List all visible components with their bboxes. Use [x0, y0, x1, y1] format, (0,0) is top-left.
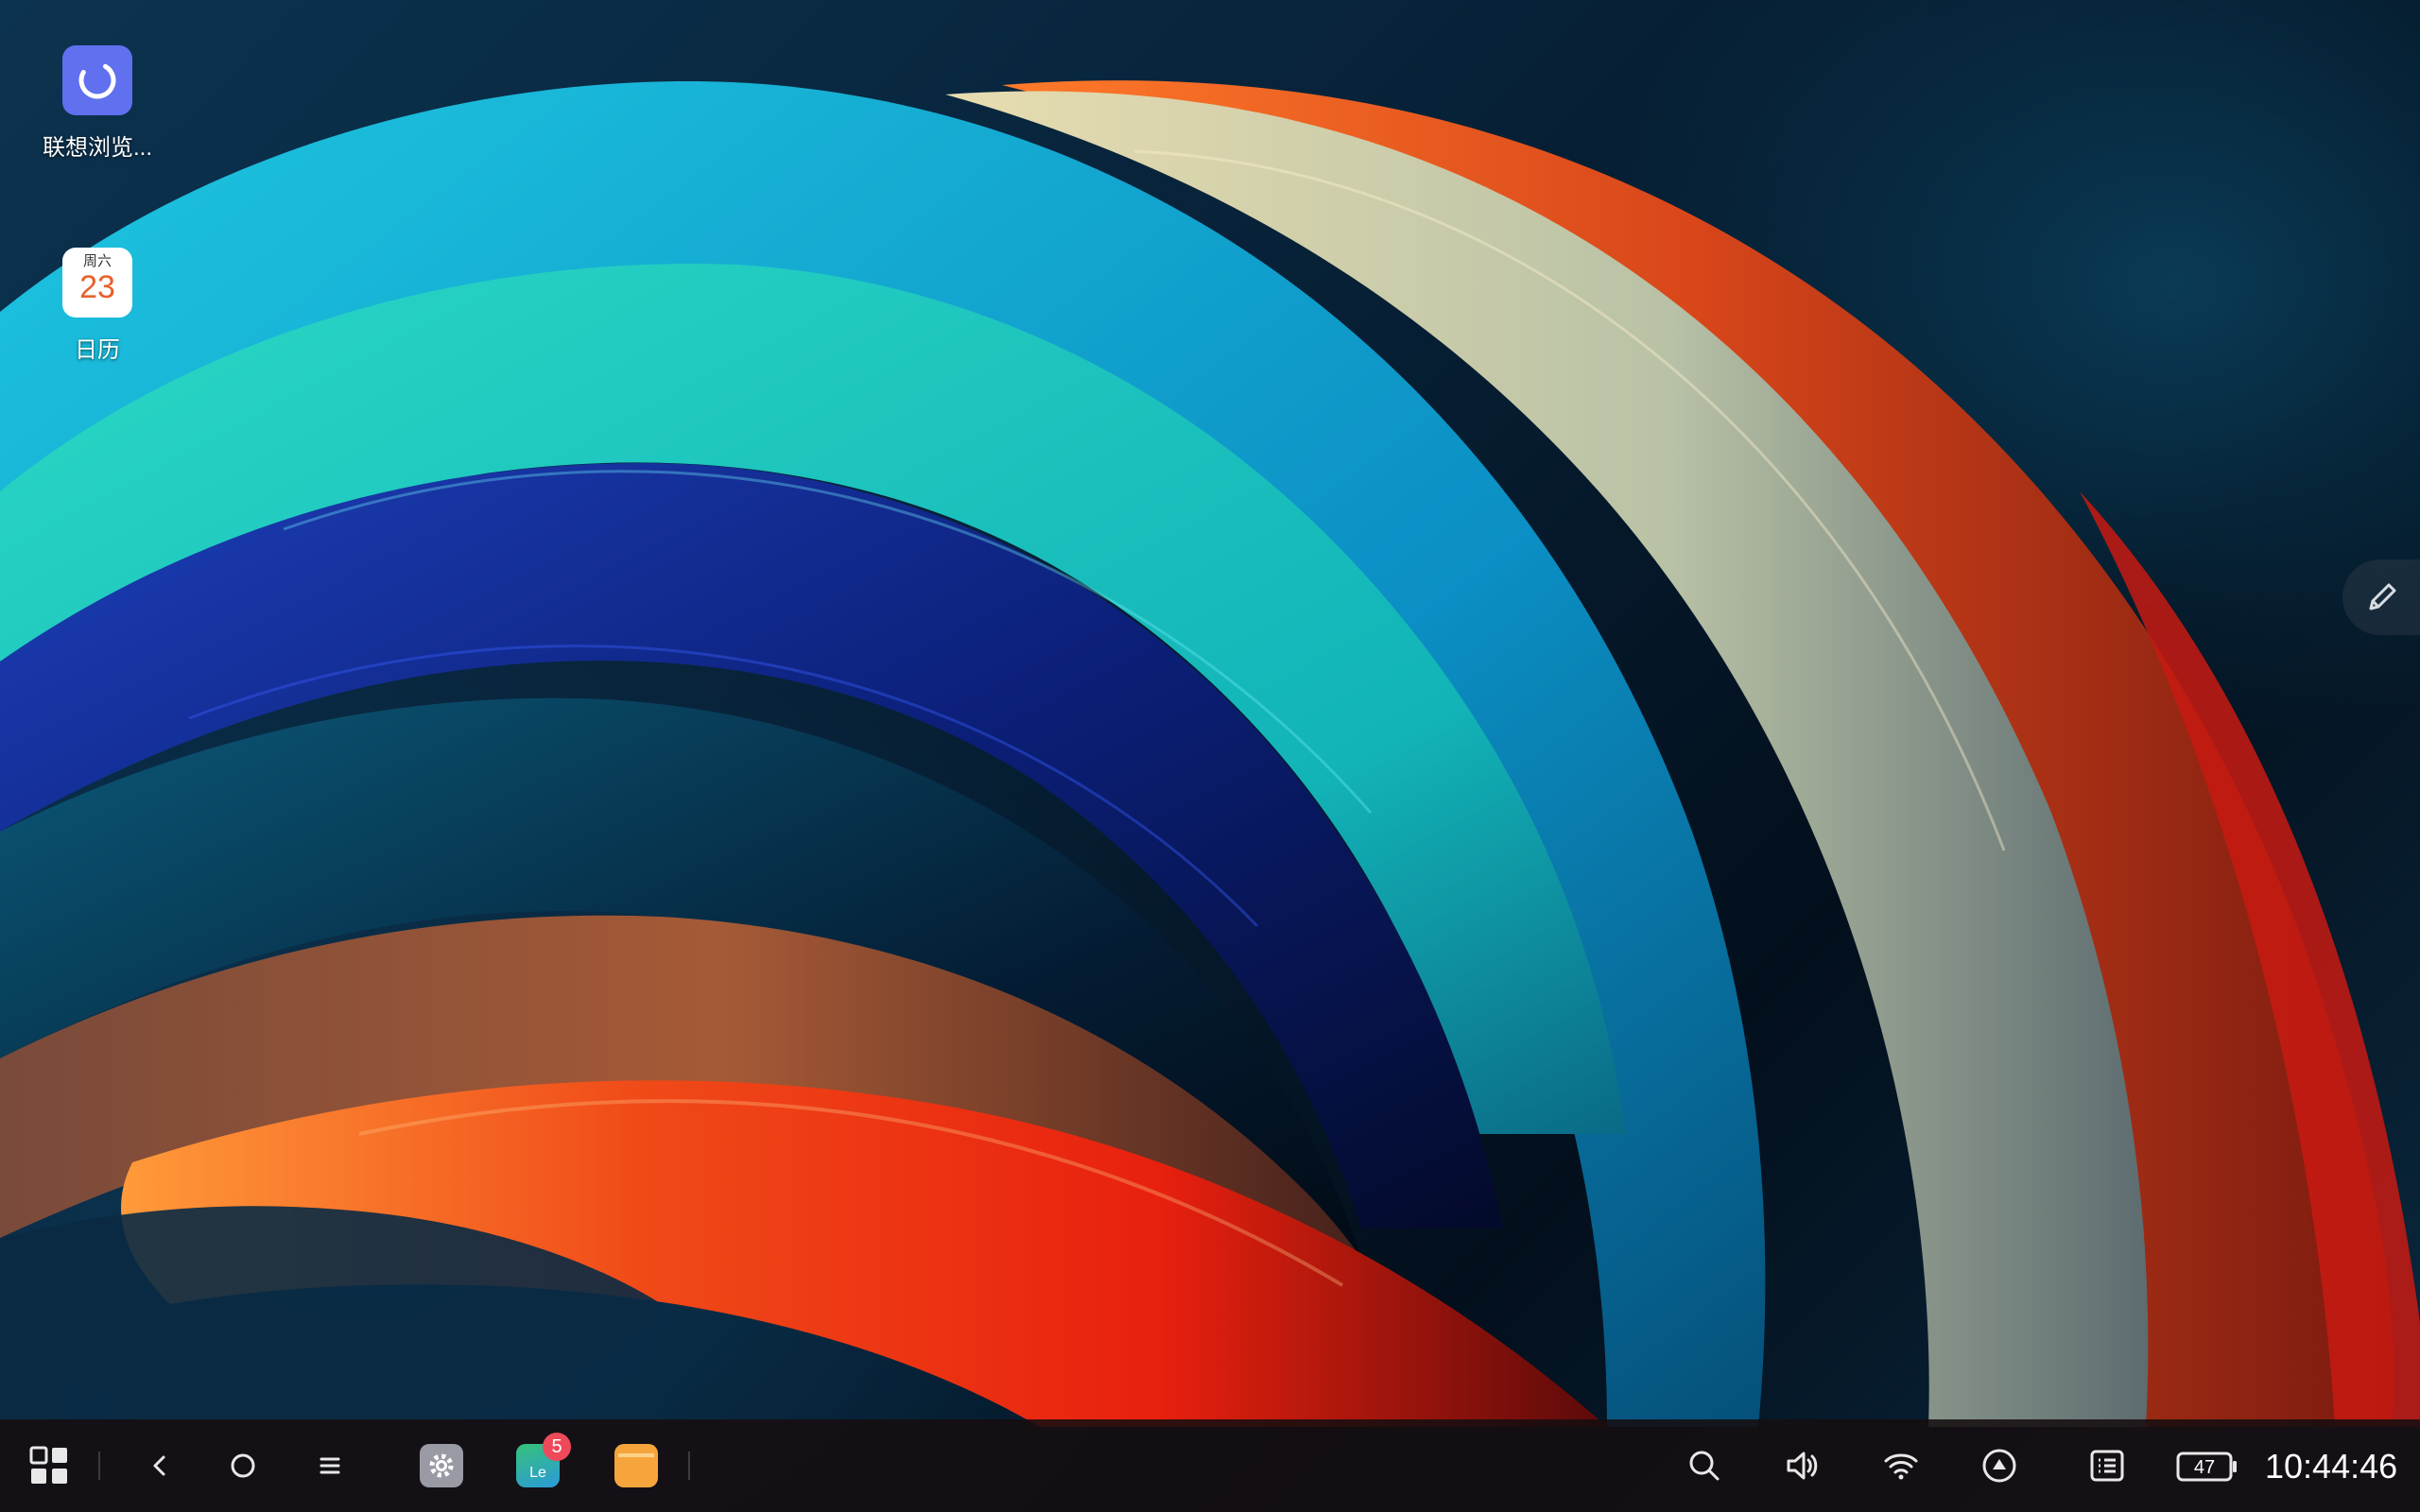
upload-icon — [1982, 1449, 2016, 1483]
search-icon — [1689, 1451, 1720, 1481]
battery-icon: 47 — [2176, 1452, 2237, 1482]
calendar-app-icon[interactable]: 周六 23 — [62, 248, 132, 318]
calendar-weekday: 周六 — [82, 253, 112, 269]
taskbar-divider — [98, 1452, 100, 1480]
settings-icon — [420, 1444, 463, 1487]
taskbar-clock[interactable]: 10:44:46 — [2265, 1446, 2397, 1487]
file-manager-icon — [614, 1444, 658, 1487]
desktop-icon-browser[interactable]: 联想浏览... — [31, 45, 164, 162]
taskbar-divider — [688, 1452, 690, 1480]
battery-level: 47 — [2194, 1457, 2215, 1478]
app-store-text: Le — [529, 1465, 546, 1481]
back-icon — [153, 1455, 165, 1476]
volume-button[interactable] — [1781, 1444, 1824, 1487]
desktop-icon-label: 日历 — [75, 337, 120, 363]
notification-list-icon — [2090, 1450, 2124, 1482]
desktop-wallpaper — [0, 0, 2420, 1512]
home-icon — [231, 1453, 255, 1478]
pen-tool-handle[interactable] — [2342, 559, 2420, 635]
pen-icon — [2369, 583, 2396, 610]
notification-center-button[interactable] — [2085, 1444, 2129, 1487]
app-launcher-button[interactable] — [25, 1444, 74, 1487]
grid-icon — [29, 1446, 67, 1484]
browser-app-icon[interactable] — [62, 45, 132, 115]
home-button[interactable] — [221, 1444, 265, 1487]
notification-badge: 5 — [543, 1433, 571, 1461]
desktop-icon-calendar[interactable]: 周六 23 日历 — [31, 248, 164, 364]
menu-icon — [320, 1457, 340, 1474]
upload-status-button[interactable] — [1978, 1444, 2021, 1487]
wifi-button[interactable] — [1879, 1444, 1923, 1487]
recents-button[interactable] — [308, 1444, 352, 1487]
volume-icon — [1787, 1452, 1818, 1480]
search-button[interactable] — [1683, 1444, 1726, 1487]
browser-logo-icon — [78, 61, 116, 99]
wallpaper-art — [0, 80, 2420, 1428]
battery-indicator[interactable]: 47 — [2174, 1446, 2240, 1487]
taskbar-app-settings[interactable] — [420, 1444, 463, 1487]
wifi-icon — [1884, 1453, 1918, 1480]
taskbar-app-files[interactable] — [614, 1444, 658, 1487]
calendar-day: 23 — [79, 269, 115, 305]
back-button[interactable] — [138, 1444, 182, 1487]
desktop-icon-label: 联想浏览... — [42, 135, 152, 161]
taskbar: Le 5 47 10:44:46 — [0, 1419, 2420, 1512]
